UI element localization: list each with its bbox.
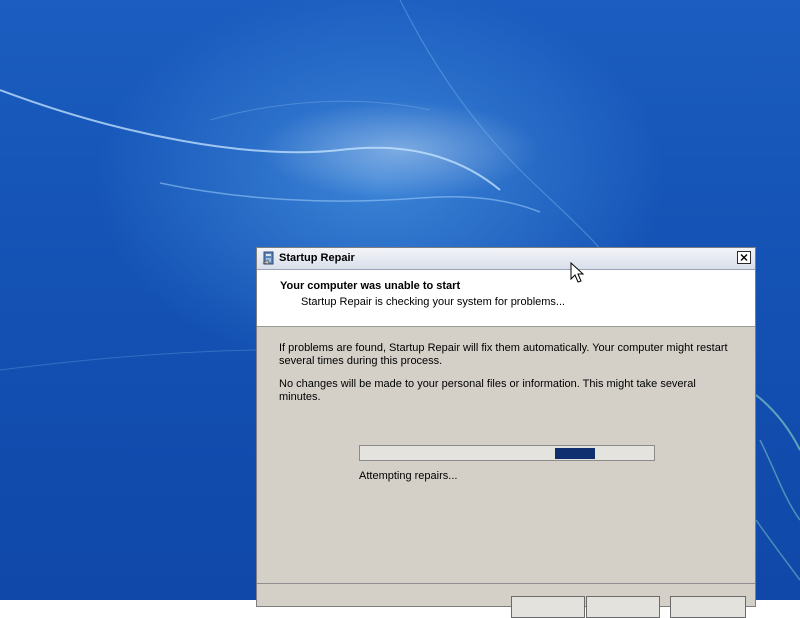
close-icon xyxy=(740,254,748,261)
window-title: Startup Repair xyxy=(279,252,355,264)
button-area-divider xyxy=(257,583,755,584)
header-title: Your computer was unable to start xyxy=(280,280,461,292)
mouse-cursor-icon xyxy=(570,262,585,283)
dialog-button-2[interactable] xyxy=(586,596,660,618)
header-subtitle: Startup Repair is checking your system f… xyxy=(301,296,566,308)
dialog-button-1[interactable] xyxy=(511,596,585,618)
title-bar[interactable]: Startup Repair xyxy=(257,248,755,270)
status-text: Attempting repairs... xyxy=(359,470,458,482)
startup-repair-icon xyxy=(262,251,274,265)
header-panel: Your computer was unable to start Startu… xyxy=(257,270,755,327)
progress-marquee-block xyxy=(555,448,595,459)
close-button[interactable] xyxy=(737,251,751,264)
info-paragraph-2: No changes will be made to your personal… xyxy=(279,378,696,403)
progress-bar xyxy=(359,445,655,461)
info-paragraph-1: If problems are found, Startup Repair wi… xyxy=(279,342,728,367)
dialog-button-3[interactable] xyxy=(670,596,746,618)
startup-repair-dialog: Startup Repair Your computer was unable … xyxy=(256,247,756,618)
